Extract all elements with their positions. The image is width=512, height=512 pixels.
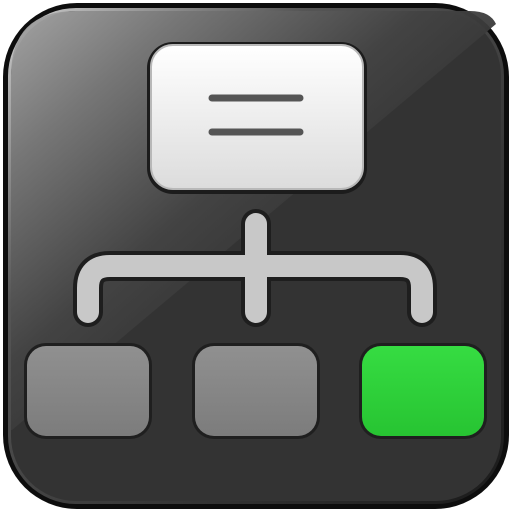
hierarchy-flowchart-icon: [3, 3, 509, 509]
child-node-left: [24, 343, 152, 439]
root-node: [150, 44, 364, 190]
child-node-right: [359, 343, 487, 439]
hierarchy-app-icon[interactable]: [0, 0, 512, 512]
child-node-center: [192, 343, 320, 439]
